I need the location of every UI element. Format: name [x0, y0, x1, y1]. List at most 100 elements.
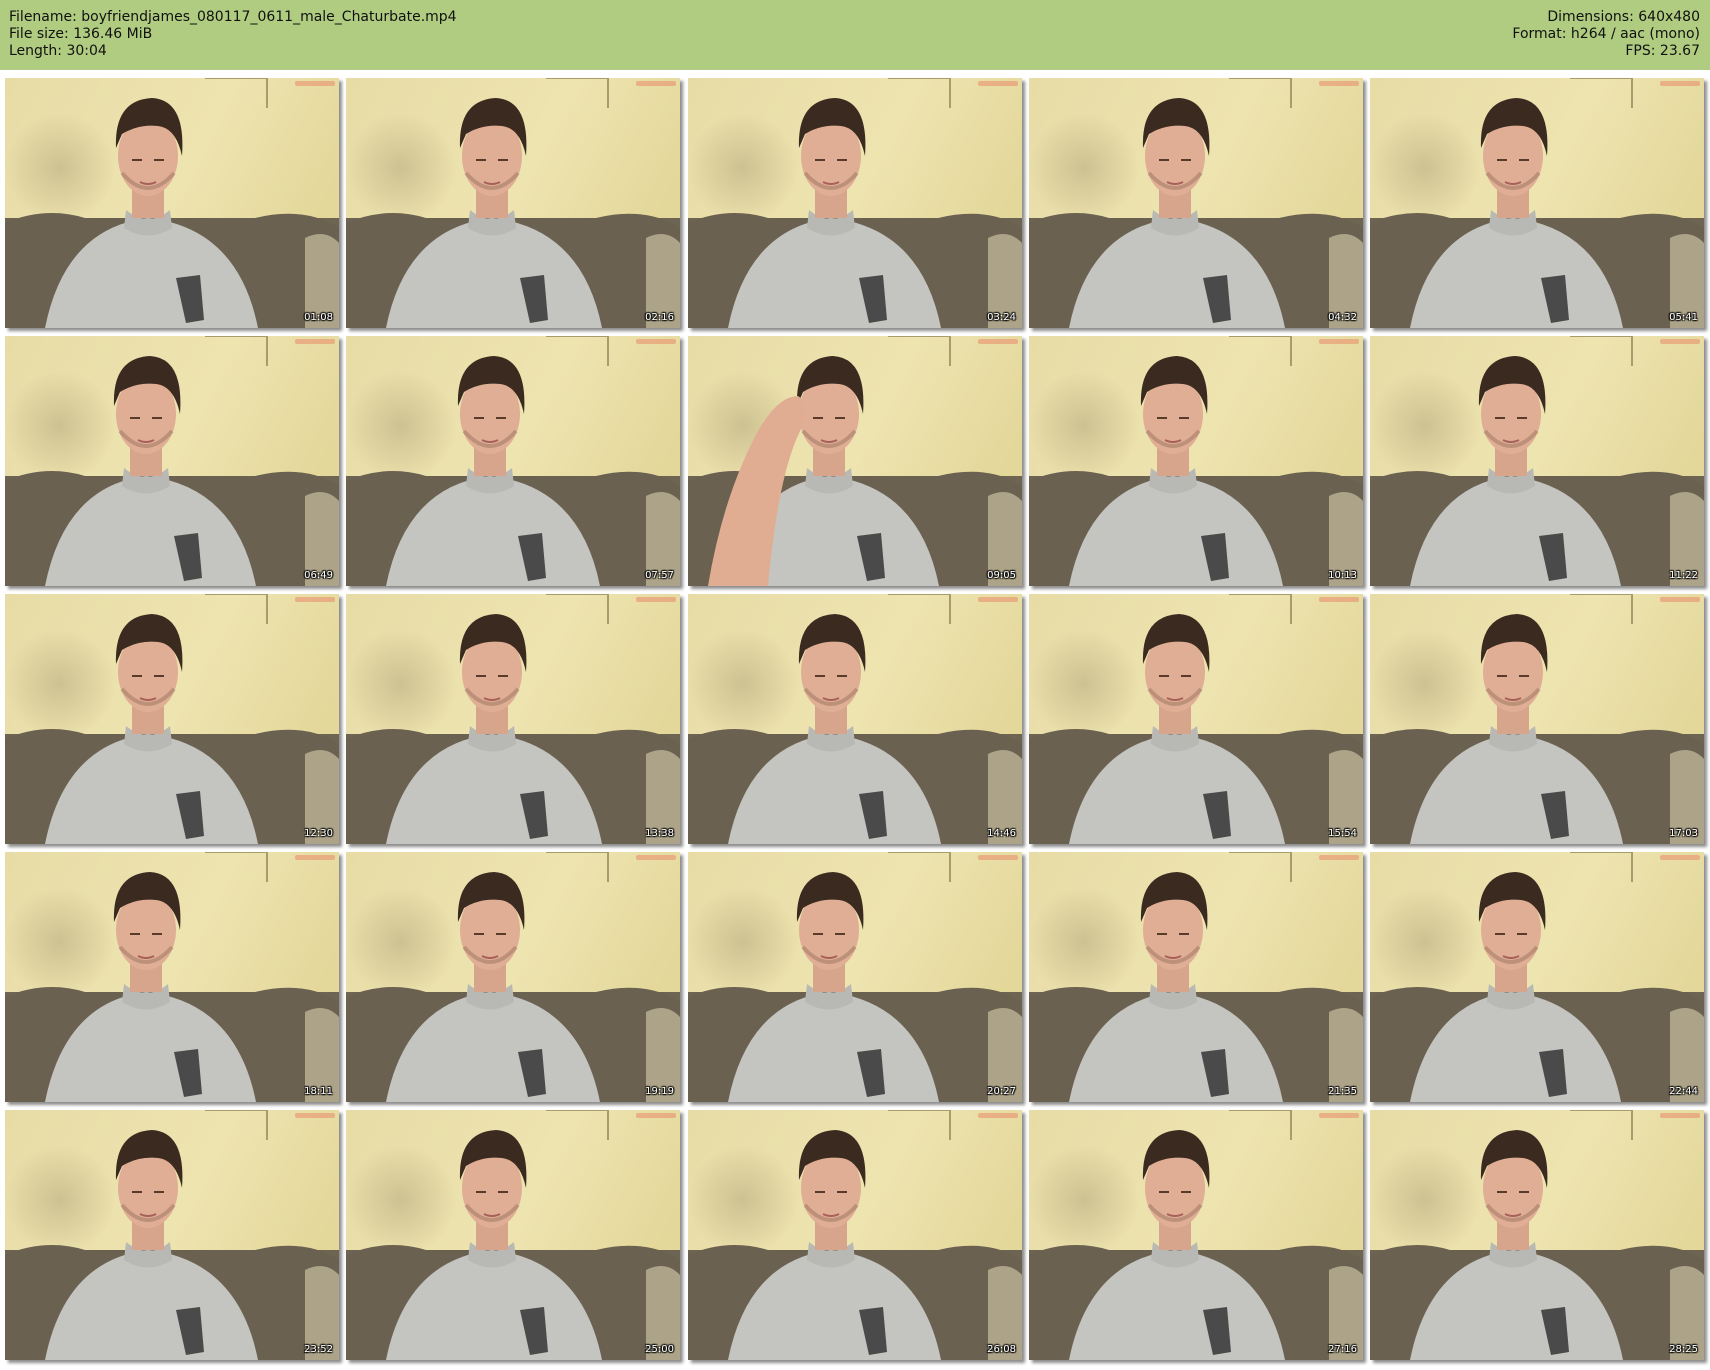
video-thumbnail: 28:25	[1370, 1110, 1704, 1360]
video-thumbnail: 04:32	[1029, 78, 1363, 328]
watermark-mark	[295, 81, 335, 86]
thumbnail-timestamp: 06:49	[304, 570, 333, 581]
thumbnail-timestamp: 07:57	[645, 570, 674, 581]
thumbnail-grid: 01:08 02:16 03:24 04:32 05:41 06:49 07:57 09:05…	[0, 78, 1710, 1368]
video-frame-image	[688, 78, 1022, 328]
video-frame-image	[346, 1110, 680, 1360]
video-thumbnail: 09:05	[688, 336, 1022, 586]
video-thumbnail: 13:38	[346, 594, 680, 844]
watermark-mark	[1319, 1113, 1359, 1118]
watermark-mark	[636, 597, 676, 602]
video-thumbnail: 06:49	[5, 336, 339, 586]
watermark-mark	[295, 1113, 335, 1118]
watermark-mark	[636, 855, 676, 860]
video-frame-image	[5, 336, 339, 586]
video-frame-image	[5, 594, 339, 844]
video-frame-image	[688, 852, 1022, 1102]
video-frame-image	[346, 852, 680, 1102]
file-info-left: Filename: boyfriendjames_080117_0611_mal…	[9, 9, 457, 60]
thumbnail-timestamp: 15:54	[1328, 828, 1357, 839]
thumbnail-timestamp: 10:13	[1328, 570, 1357, 581]
thumbnail-timestamp: 13:38	[645, 828, 674, 839]
video-thumbnail: 03:24	[688, 78, 1022, 328]
thumbnail-timestamp: 05:41	[1669, 312, 1698, 323]
thumbnail-timestamp: 12:30	[304, 828, 333, 839]
watermark-mark	[295, 855, 335, 860]
watermark-mark	[978, 81, 1018, 86]
video-frame-image	[688, 336, 1022, 586]
video-frame-image	[346, 336, 680, 586]
thumbnail-timestamp: 09:05	[987, 570, 1016, 581]
fps-text: FPS: 23.67	[1625, 43, 1700, 59]
video-frame-image	[1029, 594, 1363, 844]
video-frame-image	[1029, 852, 1363, 1102]
watermark-mark	[978, 597, 1018, 602]
video-thumbnail: 18:11	[5, 852, 339, 1102]
video-thumbnail: 11:22	[1370, 336, 1704, 586]
video-thumbnail: 19:19	[346, 852, 680, 1102]
thumbnail-timestamp: 17:03	[1669, 828, 1698, 839]
thumbnail-timestamp: 01:08	[304, 312, 333, 323]
thumbnail-timestamp: 19:19	[645, 1086, 674, 1097]
watermark-mark	[1660, 1113, 1700, 1118]
filename-text: Filename: boyfriendjames_080117_0611_mal…	[9, 9, 457, 25]
video-frame-image	[688, 594, 1022, 844]
thumbnail-timestamp: 22:44	[1669, 1086, 1698, 1097]
video-frame-image	[1370, 78, 1704, 328]
watermark-mark	[978, 339, 1018, 344]
video-thumbnail: 12:30	[5, 594, 339, 844]
video-frame-image	[1370, 1110, 1704, 1360]
watermark-mark	[1319, 597, 1359, 602]
file-info-right: Dimensions: 640x480 Format: h264 / aac (…	[1512, 9, 1700, 60]
video-thumbnail: 02:16	[346, 78, 680, 328]
file-info-header: Filename: boyfriendjames_080117_0611_mal…	[0, 0, 1710, 70]
video-frame-image	[346, 78, 680, 328]
video-thumbnail: 22:44	[1370, 852, 1704, 1102]
video-frame-image	[5, 78, 339, 328]
thumbnail-timestamp: 18:11	[304, 1086, 333, 1097]
video-frame-image	[1029, 336, 1363, 586]
video-thumbnail: 17:03	[1370, 594, 1704, 844]
video-thumbnail: 23:52	[5, 1110, 339, 1360]
format-text: Format: h264 / aac (mono)	[1512, 26, 1700, 42]
video-frame-image	[688, 1110, 1022, 1360]
video-frame-image	[1029, 78, 1363, 328]
thumbnail-timestamp: 26:08	[987, 1344, 1016, 1355]
video-frame-image	[1029, 1110, 1363, 1360]
thumbnail-timestamp: 27:16	[1328, 1344, 1357, 1355]
video-thumbnail: 27:16	[1029, 1110, 1363, 1360]
watermark-mark	[1660, 597, 1700, 602]
video-thumbnail: 21:35	[1029, 852, 1363, 1102]
thumbnail-timestamp: 11:22	[1669, 570, 1698, 581]
watermark-mark	[978, 855, 1018, 860]
watermark-mark	[636, 1113, 676, 1118]
thumbnail-timestamp: 21:35	[1328, 1086, 1357, 1097]
thumbnail-timestamp: 14:46	[987, 828, 1016, 839]
thumbnail-timestamp: 04:32	[1328, 312, 1357, 323]
video-thumbnail: 20:27	[688, 852, 1022, 1102]
video-thumbnail: 01:08	[5, 78, 339, 328]
video-thumbnail: 05:41	[1370, 78, 1704, 328]
dimensions-text: Dimensions: 640x480	[1547, 9, 1700, 25]
video-frame-image	[346, 594, 680, 844]
video-frame-image	[1370, 852, 1704, 1102]
video-thumbnail: 15:54	[1029, 594, 1363, 844]
video-frame-image	[1370, 594, 1704, 844]
watermark-mark	[1319, 81, 1359, 86]
video-frame-image	[5, 852, 339, 1102]
video-frame-image	[1370, 336, 1704, 586]
thumbnail-timestamp: 20:27	[987, 1086, 1016, 1097]
video-thumbnail: 25:00	[346, 1110, 680, 1360]
video-thumbnail: 26:08	[688, 1110, 1022, 1360]
watermark-mark	[295, 339, 335, 344]
watermark-mark	[978, 1113, 1018, 1118]
thumbnail-timestamp: 28:25	[1669, 1344, 1698, 1355]
watermark-mark	[1319, 339, 1359, 344]
watermark-mark	[1319, 855, 1359, 860]
file-size-text: File size: 136.46 MiB	[9, 26, 153, 42]
thumbnail-timestamp: 02:16	[645, 312, 674, 323]
video-thumbnail: 14:46	[688, 594, 1022, 844]
watermark-mark	[636, 81, 676, 86]
thumbnail-timestamp: 03:24	[987, 312, 1016, 323]
watermark-mark	[1660, 339, 1700, 344]
